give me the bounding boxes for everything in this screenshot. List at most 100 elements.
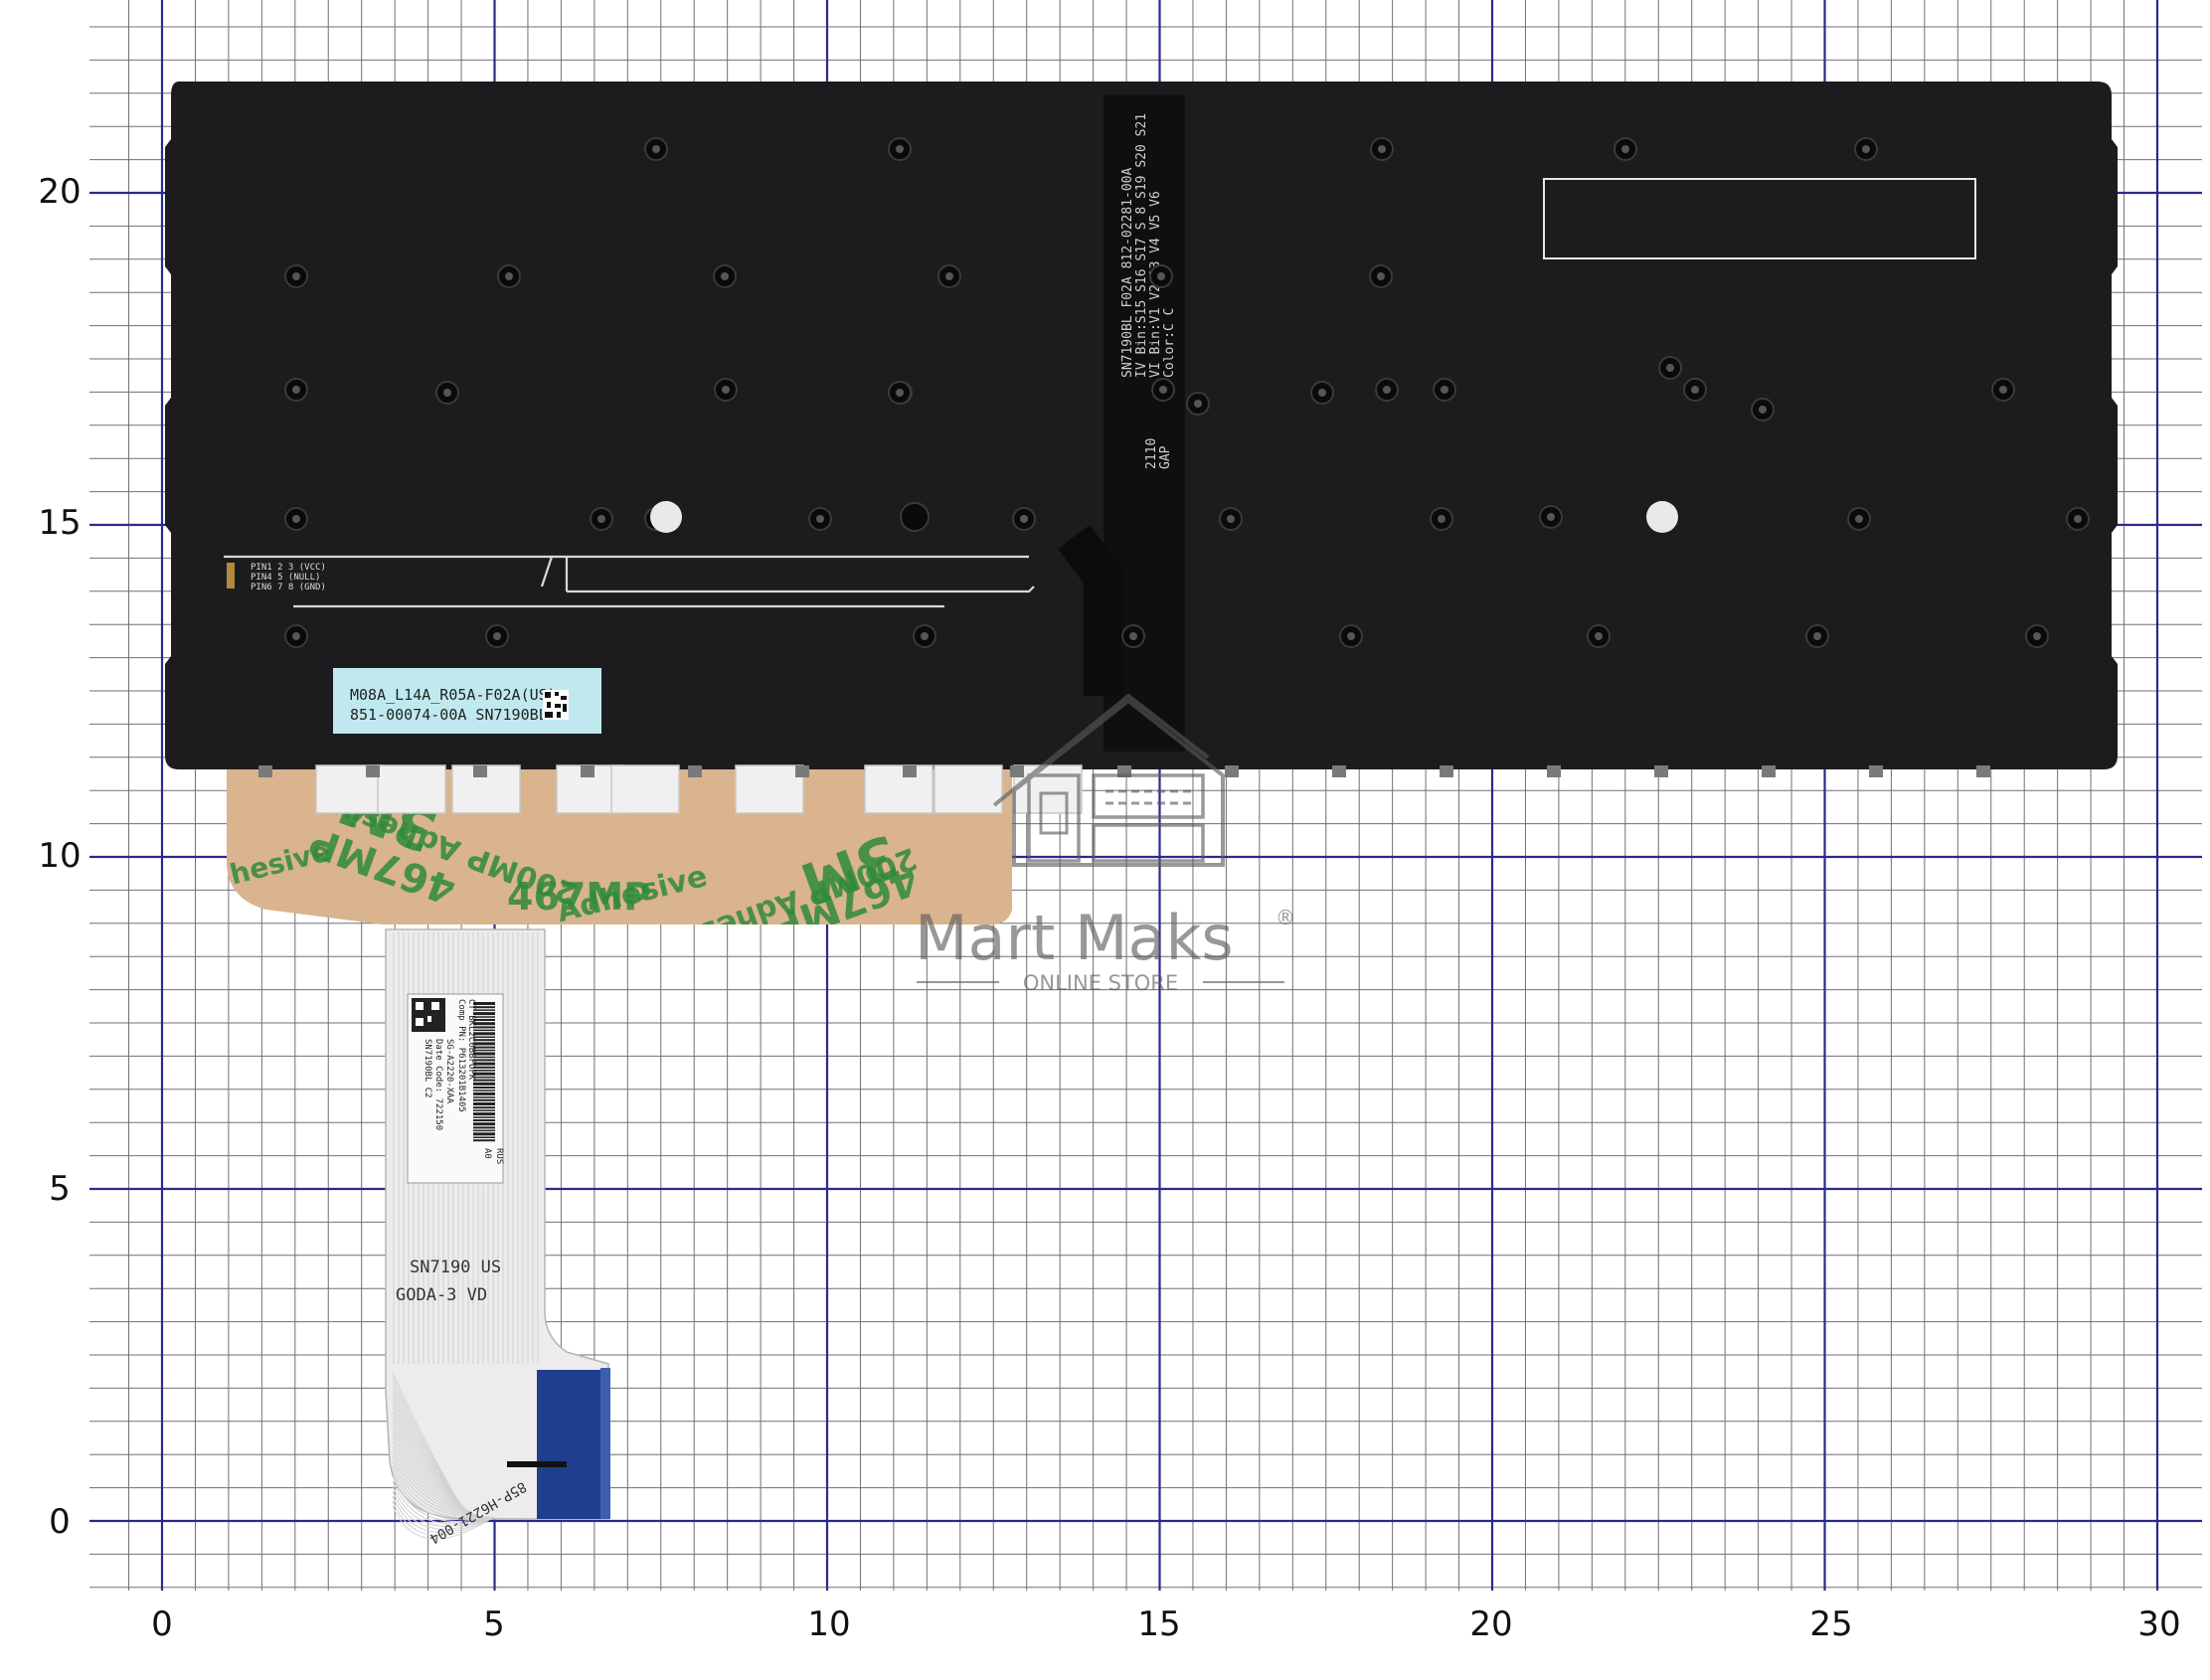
bottom-tabs bbox=[258, 764, 1990, 814]
metal-tab bbox=[377, 764, 446, 814]
cable-label-text: SN7190BL C2 bbox=[423, 1039, 432, 1098]
edge-clip bbox=[1010, 765, 1024, 777]
edge-clip bbox=[1225, 765, 1239, 777]
screw-hole-center bbox=[493, 632, 501, 640]
x-tick-label: 10 bbox=[807, 1604, 850, 1644]
screw-hole-center bbox=[1227, 515, 1235, 523]
barcode-bar bbox=[473, 1116, 495, 1118]
metal-tab bbox=[1013, 764, 1083, 814]
barcode-bar bbox=[473, 1092, 495, 1095]
screw-hole-center bbox=[443, 389, 451, 397]
screw-hole-center bbox=[816, 515, 824, 523]
x-tick-label: 5 bbox=[483, 1604, 505, 1644]
screw-hole-center bbox=[597, 515, 605, 523]
screw-hole-center bbox=[1438, 515, 1445, 523]
pin-legend: PIN1 2 3 (VCC) bbox=[251, 563, 326, 573]
barcode-bar bbox=[473, 1132, 495, 1136]
watermark-subtitle: ONLINE STORE bbox=[1023, 971, 1178, 995]
barcode-bar bbox=[473, 1109, 495, 1111]
strip-label: SN7190BL F02A 812-02281-00A bbox=[1120, 168, 1135, 378]
connector-stiffener bbox=[507, 1461, 567, 1467]
strip-code: 2110 bbox=[1144, 438, 1159, 469]
cable-connector bbox=[537, 1370, 608, 1519]
cable-label-text: SG-A2220-XAA bbox=[444, 1039, 454, 1104]
screw-hole-center bbox=[1194, 400, 1202, 408]
metal-tab bbox=[735, 764, 804, 814]
edge-clip bbox=[1547, 765, 1561, 777]
product-photo: 0 5 10 15 20 25 30 20 15 10 5 0 3M 467MP… bbox=[0, 0, 2210, 1680]
screw-hole-center bbox=[1383, 386, 1391, 394]
screw-hole-center bbox=[1759, 406, 1767, 414]
screw-hole-center bbox=[921, 632, 929, 640]
screw-hole-center bbox=[2033, 632, 2041, 640]
screw-hole-center bbox=[1159, 386, 1167, 394]
metal-tab bbox=[934, 764, 1003, 814]
barcode-bar bbox=[473, 1112, 495, 1116]
screw-hole-center bbox=[292, 515, 300, 523]
barcode-bar bbox=[473, 1126, 495, 1129]
cable-label-text: Date Code: 722150 bbox=[433, 1039, 443, 1130]
screw-hole-center bbox=[945, 272, 953, 280]
y-tick-label: 0 bbox=[49, 1502, 71, 1542]
screw-hole-center bbox=[1666, 364, 1674, 372]
alignment-hole bbox=[1646, 501, 1678, 533]
screw-hole-center bbox=[1595, 632, 1603, 640]
screw-hole-center bbox=[1441, 386, 1448, 394]
watermark-washer-icon bbox=[1092, 773, 1205, 819]
edge-clip bbox=[1762, 765, 1776, 777]
screw-hole-center bbox=[292, 632, 300, 640]
screw-hole-center bbox=[292, 272, 300, 280]
flex-connector-pad bbox=[227, 563, 235, 588]
watermark-registered: ® bbox=[1275, 906, 1295, 929]
screw-hole-center bbox=[721, 272, 729, 280]
edge-clip bbox=[1869, 765, 1883, 777]
cable-print: GODA-3 VD bbox=[396, 1285, 487, 1305]
y-tick-label: 10 bbox=[38, 836, 81, 876]
edge-clip bbox=[1332, 765, 1346, 777]
metal-tab bbox=[610, 764, 680, 814]
x-tick-label: 0 bbox=[151, 1604, 173, 1644]
barcode-bar bbox=[473, 1102, 495, 1105]
ribbon-cable: CT BKL2C0BBFOFK Comp PN: P613201B1405 SG… bbox=[385, 928, 610, 1547]
cable-label-side: A0 bbox=[482, 1148, 492, 1159]
edge-clip bbox=[473, 765, 487, 777]
cable-label-side: RUS bbox=[494, 1148, 504, 1164]
barcode-bar bbox=[473, 1096, 495, 1098]
metal-tab bbox=[864, 764, 934, 814]
barcode-bar bbox=[473, 1129, 495, 1132]
y-tick-label: 15 bbox=[38, 503, 81, 543]
x-tick-label: 20 bbox=[1469, 1604, 1512, 1644]
barcode-bar bbox=[473, 1087, 495, 1089]
strip-code: GAP bbox=[1158, 445, 1173, 469]
edge-clip bbox=[581, 765, 595, 777]
barcode-bar bbox=[473, 1082, 495, 1086]
screw-hole-center bbox=[1020, 515, 1028, 523]
strip-label: Color:C C bbox=[1162, 308, 1177, 378]
screw-hole-center bbox=[505, 272, 513, 280]
keyboard-backplate: PIN1 2 3 (VCC) PIN4 5 (NULL) PIN6 7 8 (G… bbox=[165, 82, 2118, 769]
pin-legend: PIN4 5 (NULL) bbox=[251, 573, 320, 583]
edge-clip bbox=[258, 765, 272, 777]
screw-hole-center bbox=[1621, 145, 1629, 153]
screw-hole-center bbox=[292, 386, 300, 394]
screw-hole-center bbox=[1691, 386, 1699, 394]
barcode-bar bbox=[473, 1119, 495, 1121]
cable-label-text: CT BKL2C0BBFOFK bbox=[466, 999, 476, 1081]
screw-hole-center bbox=[1855, 515, 1863, 523]
sticker-qr-code bbox=[543, 690, 569, 720]
watermark-brand: Mart Maks bbox=[915, 902, 1234, 974]
x-tick-label: 15 bbox=[1137, 1604, 1180, 1644]
cable-label-qr bbox=[412, 998, 445, 1032]
sticker-text: M08A_L14A_R05A-F02A(US) bbox=[350, 686, 557, 704]
screw-hole-center bbox=[1377, 272, 1385, 280]
screw-hole-center bbox=[1347, 632, 1355, 640]
screw-hole-center bbox=[1378, 145, 1386, 153]
barcode-bar bbox=[473, 1106, 495, 1109]
screw-hole-center bbox=[1129, 632, 1137, 640]
screw-hole-center bbox=[896, 389, 904, 397]
x-tick-label: 30 bbox=[2137, 1604, 2180, 1644]
screw-hole-center bbox=[722, 386, 730, 394]
screw-hole-center bbox=[896, 145, 904, 153]
photo-scene: 0 5 10 15 20 25 30 20 15 10 5 0 3M 467MP… bbox=[38, 0, 2202, 1644]
barcode-bar bbox=[473, 1090, 495, 1092]
